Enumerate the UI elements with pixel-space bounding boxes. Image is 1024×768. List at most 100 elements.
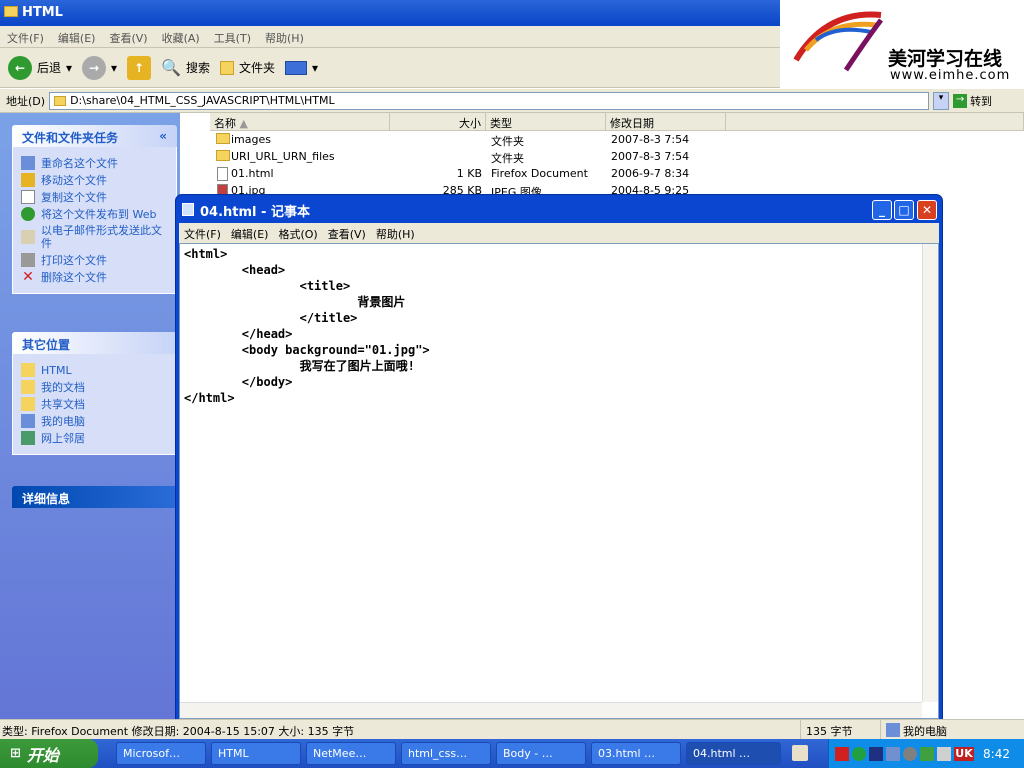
file-name: URI_URL_URN_files <box>231 150 335 163</box>
np-menu-file[interactable]: 文件(F) <box>179 223 226 245</box>
sort-ascending-icon: ▲ <box>239 117 248 130</box>
taskbar-item[interactable]: NetMee… <box>306 742 396 765</box>
taskbar-item[interactable]: Microsof… <box>116 742 206 765</box>
column-type[interactable]: 类型 <box>486 113 606 131</box>
maximize-button[interactable]: □ <box>894 200 914 220</box>
np-menu-view[interactable]: 查看(V) <box>323 223 371 245</box>
task-copy[interactable]: 复制这个文件 <box>21 190 168 204</box>
tray-monitor-icon[interactable] <box>886 746 900 761</box>
file-row[interactable]: 01.html 1 KB Firefox Document 2006-9-7 8… <box>180 166 740 183</box>
computer-icon <box>21 414 35 428</box>
tray-volume-icon[interactable] <box>937 746 951 761</box>
taskbar-item[interactable]: HTML <box>211 742 301 765</box>
close-button[interactable]: ✕ <box>917 200 937 220</box>
html-file-icon <box>217 167 228 181</box>
folder-icon <box>216 133 230 144</box>
status-zone: 我的电脑 <box>903 725 947 738</box>
task-print[interactable]: 打印这个文件 <box>21 253 168 267</box>
folders-button[interactable]: 文件夹 <box>220 59 275 76</box>
np-menu-edit[interactable]: 编辑(E) <box>226 223 274 245</box>
address-dropdown-button[interactable]: ▾ <box>933 91 950 110</box>
details-header[interactable]: 详细信息 <box>12 486 177 508</box>
task-email[interactable]: 以电子邮件形式发送此文件 <box>21 224 168 250</box>
column-label: 修改日期 <box>610 117 654 130</box>
taskbar-item[interactable]: html_css… <box>401 742 491 765</box>
folder-icon <box>21 380 35 394</box>
details-section: 详细信息 <box>12 486 177 508</box>
taskbar: ⊞ 开始 Microsof… HTML NetMee… html_css… Bod… <box>0 739 1024 768</box>
horizontal-scrollbar[interactable] <box>180 702 922 718</box>
tray-update-icon[interactable] <box>920 746 934 761</box>
logo-swoosh-icon <box>793 11 884 72</box>
rename-icon <box>21 156 35 170</box>
place-label: 共享文档 <box>41 397 85 411</box>
menu-view[interactable]: 查看(V) <box>102 26 154 50</box>
search-label: 搜索 <box>186 61 211 75</box>
forward-arrow-icon: → <box>82 55 107 80</box>
menu-help[interactable]: 帮助(H) <box>258 26 311 50</box>
taskbar-item-active[interactable]: 04.html … <box>686 742 781 765</box>
forward-button[interactable]: → ▾ <box>82 55 117 80</box>
file-row[interactable]: images 文件夹 2007-8-3 7:54 <box>180 132 740 149</box>
tray-uk-icon[interactable]: UK <box>954 746 974 761</box>
menu-tools[interactable]: 工具(T) <box>207 26 258 50</box>
task-label: 重命名这个文件 <box>41 156 118 170</box>
task-move[interactable]: 移动这个文件 <box>21 173 168 187</box>
column-size[interactable]: 大小 <box>390 113 486 131</box>
go-arrow-icon: → <box>953 93 968 108</box>
explorer-toolbar: ← 后退 ▾ → ▾ ↑ 🔍 搜索 文件夹 ▾ <box>0 48 780 88</box>
minimize-button[interactable]: _ <box>872 200 892 220</box>
address-input[interactable]: D:\share\04_HTML_CSS_JAVASCRIPT\HTML\HTM… <box>49 91 930 110</box>
taskbar-item[interactable]: 03.html … <box>591 742 681 765</box>
task-delete[interactable]: ✕ 删除这个文件 <box>21 270 168 284</box>
tray-app-icon[interactable] <box>835 746 849 761</box>
notepad-title-bar[interactable]: 04.html - 记事本 _ □ ✕ <box>176 195 942 223</box>
views-button[interactable]: ▾ <box>285 60 318 75</box>
file-row[interactable]: URI_URL_URN_files 文件夹 2007-8-3 7:54 <box>180 149 740 166</box>
back-button[interactable]: ← 后退 ▾ <box>8 55 72 80</box>
vertical-scrollbar[interactable] <box>922 244 938 702</box>
task-publish-web[interactable]: 将这个文件发布到 Web <box>21 207 168 221</box>
places-section: 其它位置 HTML 我的文档 共享文档 我的电脑 网上邻居 <box>12 332 177 455</box>
search-button[interactable]: 🔍 搜索 <box>161 58 210 77</box>
tray-network-icon[interactable] <box>852 746 866 761</box>
back-arrow-icon: ← <box>8 55 32 80</box>
language-icon[interactable] <box>792 745 808 761</box>
task-rename[interactable]: 重命名这个文件 <box>21 156 168 170</box>
column-name[interactable]: 名称 ▲ <box>210 113 390 131</box>
place-my-documents[interactable]: 我的文档 <box>21 380 168 394</box>
task-label: 打印这个文件 <box>41 253 107 267</box>
place-html[interactable]: HTML <box>21 363 168 377</box>
notepad-text-area[interactable]: <html> <head> <title> 背景图片 </title> </he… <box>179 243 939 719</box>
place-network[interactable]: 网上邻居 <box>21 431 168 445</box>
explorer-title: HTML <box>22 5 63 20</box>
tray-shield-icon[interactable] <box>903 746 917 761</box>
tasks-header[interactable]: 文件和文件夹任务 « <box>12 125 177 147</box>
folder-icon <box>216 150 230 161</box>
menu-edit[interactable]: 编辑(E) <box>51 26 103 50</box>
computer-icon <box>886 723 900 737</box>
place-my-computer[interactable]: 我的电脑 <box>21 414 168 428</box>
column-modified[interactable]: 修改日期 <box>606 113 726 131</box>
places-header[interactable]: 其它位置 <box>12 332 177 354</box>
email-icon <box>21 230 35 244</box>
menu-file[interactable]: 文件(F) <box>0 26 51 50</box>
folder-icon <box>54 95 67 106</box>
file-size: 1 KB <box>456 167 482 180</box>
place-label: 网上邻居 <box>41 431 85 445</box>
go-button[interactable]: → 转到 <box>953 93 992 109</box>
place-shared-documents[interactable]: 共享文档 <box>21 397 168 411</box>
tray-security-icon[interactable] <box>869 746 883 761</box>
address-bar: 地址(D) D:\share\04_HTML_CSS_JAVASCRIPT\HT… <box>0 89 1024 113</box>
start-button[interactable]: ⊞ 开始 <box>0 739 98 768</box>
taskbar-item[interactable]: Body - … <box>496 742 586 765</box>
notepad-menu-bar: 文件(F) 编辑(E) 格式(O) 查看(V) 帮助(H) <box>179 223 939 243</box>
menu-favorites[interactable]: 收藏(A) <box>155 26 207 50</box>
delete-icon: ✕ <box>22 269 34 285</box>
explorer-menu-bar: 文件(F) 编辑(E) 查看(V) 收藏(A) 工具(T) 帮助(H) <box>0 26 780 48</box>
np-menu-help[interactable]: 帮助(H) <box>371 223 420 245</box>
up-folder-button[interactable]: ↑ <box>127 55 152 80</box>
column-label: 名称 <box>214 117 236 130</box>
np-menu-format[interactable]: 格式(O) <box>273 223 322 245</box>
collapse-icon: « <box>159 129 167 143</box>
